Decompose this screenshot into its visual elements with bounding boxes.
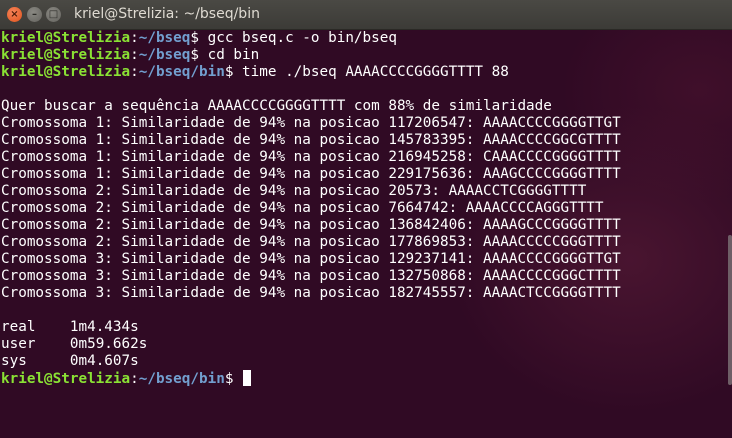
prompt-line: kriel@Strelizia:~/bseq/bin$ time ./bseq …	[1, 64, 509, 81]
output-header: Quer buscar a sequência AAAACCCCGGGGTTTT…	[1, 98, 552, 114]
result-line: Cromossoma 1: Similaridade de 94% na pos…	[1, 166, 621, 182]
timing-user: user 0m59.662s	[1, 336, 148, 352]
prompt-separator: :	[130, 371, 139, 387]
close-icon[interactable]: ×	[7, 7, 22, 22]
prompt-separator: :	[130, 64, 139, 80]
prompt-dollar: $	[190, 30, 208, 46]
command-text: cd bin	[207, 47, 260, 63]
timing-real: real 1m4.434s	[1, 319, 139, 335]
window-title: kriel@Strelizia: ~/bseq/bin	[74, 6, 260, 22]
prompt-path: ~/bseq/bin	[138, 64, 225, 80]
result-line: Cromossoma 1: Similaridade de 94% na pos…	[1, 132, 621, 148]
prompt-line: kriel@Strelizia:~/bseq$ cd bin	[1, 47, 259, 64]
prompt-separator: :	[130, 47, 139, 63]
terminal-output[interactable]: kriel@Strelizia:~/bseq$ gcc bseq.c -o bi…	[0, 30, 732, 438]
result-line: Cromossoma 3: Similaridade de 94% na pos…	[1, 285, 621, 301]
title-bar[interactable]: × – □ kriel@Strelizia: ~/bseq/bin	[0, 0, 732, 30]
result-line: Cromossoma 2: Similaridade de 94% na pos…	[1, 234, 621, 250]
command-text: gcc bseq.c -o bin/bseq	[207, 30, 397, 46]
prompt-dollar: $	[190, 47, 208, 63]
maximize-icon[interactable]: □	[46, 7, 61, 22]
prompt-path: ~/bseq	[138, 30, 191, 46]
prompt-user: kriel@Strelizia	[1, 30, 131, 46]
result-line: Cromossoma 3: Similaridade de 94% na pos…	[1, 251, 621, 267]
minimize-icon[interactable]: –	[27, 7, 42, 22]
terminal-window: × – □ kriel@Strelizia: ~/bseq/bin kriel@…	[0, 0, 732, 438]
result-line: Cromossoma 2: Similaridade de 94% na pos…	[1, 217, 621, 233]
result-line: Cromossoma 2: Similaridade de 94% na pos…	[1, 200, 604, 216]
prompt-path: ~/bseq/bin	[138, 371, 225, 387]
prompt-user: kriel@Strelizia	[1, 371, 131, 387]
final-prompt-line[interactable]: kriel@Strelizia:~/bseq/bin$	[1, 370, 252, 387]
prompt-line: kriel@Strelizia:~/bseq$ gcc bseq.c -o bi…	[1, 30, 397, 47]
result-line: Cromossoma 2: Similaridade de 94% na pos…	[1, 183, 587, 199]
timing-sys: sys 0m4.607s	[1, 353, 139, 369]
prompt-user: kriel@Strelizia	[1, 47, 131, 63]
result-line: Cromossoma 1: Similaridade de 94% na pos…	[1, 149, 621, 165]
prompt-dollar: $	[224, 371, 243, 387]
result-line: Cromossoma 1: Similaridade de 94% na pos…	[1, 115, 621, 131]
prompt-separator: :	[130, 30, 139, 46]
prompt-user: kriel@Strelizia	[1, 64, 131, 80]
command-text: time ./bseq AAAACCCCGGGGTTTT 88	[242, 64, 509, 80]
result-line: Cromossoma 3: Similaridade de 94% na pos…	[1, 268, 621, 284]
prompt-dollar: $	[224, 64, 243, 80]
scrollbar[interactable]	[728, 235, 732, 385]
prompt-path: ~/bseq	[138, 47, 191, 63]
text-cursor	[243, 370, 252, 386]
